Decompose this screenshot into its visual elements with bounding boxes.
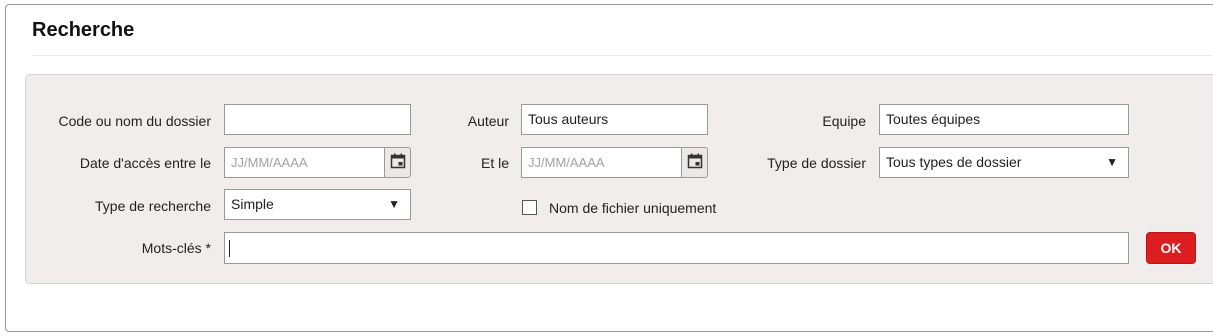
type-recherche-label: Type de recherche (95, 198, 211, 214)
date-acces-label: Date d'accès entre le (79, 155, 211, 171)
type-dossier-label: Type de dossier (767, 155, 866, 171)
date-acces-picker (224, 147, 411, 178)
date-acces-calendar-button[interactable] (384, 147, 411, 178)
calendar-icon (687, 153, 703, 172)
et-le-label: Et le (480, 155, 509, 171)
nom-fichier-checkbox[interactable] (522, 200, 537, 215)
dropdown-arrow-icon: ▼ (388, 197, 400, 211)
type-recherche-selected: Simple (231, 196, 274, 212)
et-le-input[interactable] (521, 147, 682, 178)
auteur-input[interactable]: Tous auteurs (521, 104, 708, 135)
title-divider (32, 55, 1213, 56)
mots-cles-input[interactable] (224, 232, 1129, 264)
type-dossier-selected: Tous types de dossier (886, 154, 1022, 170)
calendar-icon (390, 153, 406, 172)
equipe-label: Equipe (822, 113, 866, 129)
nom-fichier-label: Nom de fichier uniquement (549, 200, 717, 216)
dropdown-arrow-icon: ▼ (1106, 155, 1118, 169)
panel-title: Recherche (32, 19, 135, 41)
auteur-label: Auteur (467, 113, 509, 129)
ok-button[interactable]: OK (1146, 232, 1196, 264)
equipe-input[interactable]: Toutes équipes (879, 104, 1129, 135)
text-cursor (229, 240, 230, 257)
et-le-picker (521, 147, 708, 178)
date-acces-input[interactable] (224, 147, 385, 178)
dossier-label: Code ou nom du dossier (58, 113, 211, 129)
dossier-input[interactable] (224, 104, 411, 135)
et-le-calendar-button[interactable] (681, 147, 708, 178)
type-recherche-select[interactable]: Simple ▼ (224, 189, 411, 220)
mots-cles-label: Mots-clés * (141, 240, 211, 256)
type-dossier-select[interactable]: Tous types de dossier ▼ (879, 147, 1129, 178)
